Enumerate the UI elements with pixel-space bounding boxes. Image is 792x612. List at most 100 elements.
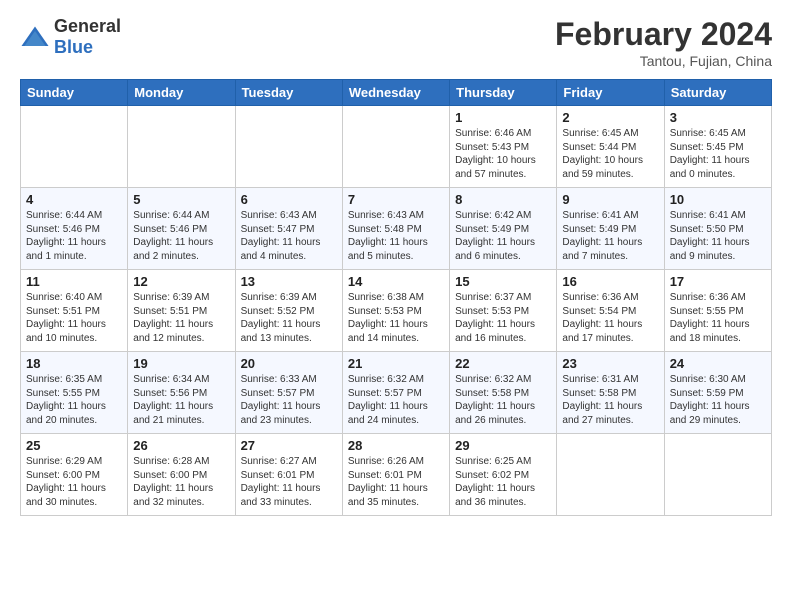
calendar-cell: 1 Sunrise: 6:46 AM Sunset: 5:43 PM Daylig… bbox=[450, 106, 557, 188]
day-info: Sunrise: 6:45 AM Sunset: 5:44 PM Dayligh… bbox=[562, 127, 658, 181]
calendar-week-row: 4Sunrise: 6:44 AM Sunset: 5:46 PM Daylig… bbox=[21, 188, 772, 270]
day-number: 11 bbox=[26, 274, 122, 289]
calendar-cell: 8 Sunrise: 6:42 AM Sunset: 5:49 PM Daylig… bbox=[450, 188, 557, 270]
day-number: 28 bbox=[348, 438, 444, 453]
calendar-cell: 20Sunrise: 6:33 AM Sunset: 5:57 PM Dayli… bbox=[235, 352, 342, 434]
calendar-cell: 7Sunrise: 6:43 AM Sunset: 5:48 PM Daylig… bbox=[342, 188, 449, 270]
calendar-cell: 18Sunrise: 6:35 AM Sunset: 5:55 PM Dayli… bbox=[21, 352, 128, 434]
weekday-header: Saturday bbox=[664, 80, 771, 106]
day-info: Sunrise: 6:36 AM Sunset: 5:55 PM Dayligh… bbox=[670, 291, 766, 345]
day-number: 5 bbox=[133, 192, 229, 207]
day-info: Sunrise: 6:39 AM Sunset: 5:51 PM Dayligh… bbox=[133, 291, 229, 345]
calendar-cell: 13 Sunrise: 6:39 AM Sunset: 5:52 PM Dayli… bbox=[235, 270, 342, 352]
calendar-cell bbox=[664, 434, 771, 516]
day-info: Sunrise: 6:36 AM Sunset: 5:54 PM Dayligh… bbox=[562, 291, 658, 345]
day-info: Sunrise: 6:39 AM Sunset: 5:52 PM Dayligh… bbox=[241, 291, 337, 345]
calendar-cell: 14 Sunrise: 6:38 AM Sunset: 5:53 PM Dayli… bbox=[342, 270, 449, 352]
day-number: 2 bbox=[562, 110, 658, 125]
calendar-cell: 29 Sunrise: 6:25 AM Sunset: 6:02 PM Dayli… bbox=[450, 434, 557, 516]
day-number: 10 bbox=[670, 192, 766, 207]
day-number: 15 bbox=[455, 274, 551, 289]
day-number: 24 bbox=[670, 356, 766, 371]
day-number: 21 bbox=[348, 356, 444, 371]
day-info: Sunrise: 6:43 AM Sunset: 5:47 PM Dayligh… bbox=[241, 209, 337, 263]
day-info: Sunrise: 6:26 AM Sunset: 6:01 PM Dayligh… bbox=[348, 455, 444, 509]
calendar-cell: 23 Sunrise: 6:31 AM Sunset: 5:58 PM Dayli… bbox=[557, 352, 664, 434]
calendar-cell: 6 Sunrise: 6:43 AM Sunset: 5:47 PM Daylig… bbox=[235, 188, 342, 270]
day-number: 12 bbox=[133, 274, 229, 289]
day-number: 18 bbox=[26, 356, 122, 371]
weekday-header: Sunday bbox=[21, 80, 128, 106]
calendar-cell: 26Sunrise: 6:28 AM Sunset: 6:00 PM Dayli… bbox=[128, 434, 235, 516]
day-info: Sunrise: 6:29 AM Sunset: 6:00 PM Dayligh… bbox=[26, 455, 122, 509]
calendar-week-row: 25 Sunrise: 6:29 AM Sunset: 6:00 PM Dayli… bbox=[21, 434, 772, 516]
day-info: Sunrise: 6:30 AM Sunset: 5:59 PM Dayligh… bbox=[670, 373, 766, 427]
day-info: Sunrise: 6:41 AM Sunset: 5:50 PM Dayligh… bbox=[670, 209, 766, 263]
day-info: Sunrise: 6:46 AM Sunset: 5:43 PM Dayligh… bbox=[455, 127, 551, 181]
day-number: 14 bbox=[348, 274, 444, 289]
calendar-week-row: 18Sunrise: 6:35 AM Sunset: 5:55 PM Dayli… bbox=[21, 352, 772, 434]
day-info: Sunrise: 6:34 AM Sunset: 5:56 PM Dayligh… bbox=[133, 373, 229, 427]
day-number: 13 bbox=[241, 274, 337, 289]
day-number: 25 bbox=[26, 438, 122, 453]
day-info: Sunrise: 6:27 AM Sunset: 6:01 PM Dayligh… bbox=[241, 455, 337, 509]
calendar-table: SundayMondayTuesdayWednesdayThursdayFrid… bbox=[20, 79, 772, 516]
day-info: Sunrise: 6:45 AM Sunset: 5:45 PM Dayligh… bbox=[670, 127, 766, 181]
calendar-cell: 28 Sunrise: 6:26 AM Sunset: 6:01 PM Dayli… bbox=[342, 434, 449, 516]
calendar-cell bbox=[235, 106, 342, 188]
title-block: February 2024 Tantou, Fujian, China bbox=[555, 16, 772, 69]
month-year: February 2024 bbox=[555, 16, 772, 53]
day-info: Sunrise: 6:38 AM Sunset: 5:53 PM Dayligh… bbox=[348, 291, 444, 345]
calendar-cell bbox=[128, 106, 235, 188]
day-number: 6 bbox=[241, 192, 337, 207]
calendar-header-row: SundayMondayTuesdayWednesdayThursdayFrid… bbox=[21, 80, 772, 106]
calendar-cell: 12 Sunrise: 6:39 AM Sunset: 5:51 PM Dayli… bbox=[128, 270, 235, 352]
calendar-cell: 17Sunrise: 6:36 AM Sunset: 5:55 PM Dayli… bbox=[664, 270, 771, 352]
day-number: 9 bbox=[562, 192, 658, 207]
calendar-cell: 22 Sunrise: 6:32 AM Sunset: 5:58 PM Dayli… bbox=[450, 352, 557, 434]
day-number: 27 bbox=[241, 438, 337, 453]
calendar-cell bbox=[21, 106, 128, 188]
header: General Blue February 2024 Tantou, Fujia… bbox=[20, 16, 772, 69]
day-info: Sunrise: 6:32 AM Sunset: 5:58 PM Dayligh… bbox=[455, 373, 551, 427]
weekday-header: Tuesday bbox=[235, 80, 342, 106]
page: General Blue February 2024 Tantou, Fujia… bbox=[0, 0, 792, 612]
calendar-cell: 16 Sunrise: 6:36 AM Sunset: 5:54 PM Dayli… bbox=[557, 270, 664, 352]
day-info: Sunrise: 6:40 AM Sunset: 5:51 PM Dayligh… bbox=[26, 291, 122, 345]
day-info: Sunrise: 6:33 AM Sunset: 5:57 PM Dayligh… bbox=[241, 373, 337, 427]
weekday-header: Friday bbox=[557, 80, 664, 106]
calendar-cell: 27 Sunrise: 6:27 AM Sunset: 6:01 PM Dayli… bbox=[235, 434, 342, 516]
day-number: 16 bbox=[562, 274, 658, 289]
logo: General Blue bbox=[20, 16, 121, 58]
calendar-week-row: 11 Sunrise: 6:40 AM Sunset: 5:51 PM Dayli… bbox=[21, 270, 772, 352]
day-info: Sunrise: 6:37 AM Sunset: 5:53 PM Dayligh… bbox=[455, 291, 551, 345]
day-info: Sunrise: 6:42 AM Sunset: 5:49 PM Dayligh… bbox=[455, 209, 551, 263]
weekday-header: Thursday bbox=[450, 80, 557, 106]
day-info: Sunrise: 6:25 AM Sunset: 6:02 PM Dayligh… bbox=[455, 455, 551, 509]
day-number: 1 bbox=[455, 110, 551, 125]
calendar-cell: 21 Sunrise: 6:32 AM Sunset: 5:57 PM Dayli… bbox=[342, 352, 449, 434]
day-info: Sunrise: 6:43 AM Sunset: 5:48 PM Dayligh… bbox=[348, 209, 444, 263]
day-info: Sunrise: 6:44 AM Sunset: 5:46 PM Dayligh… bbox=[133, 209, 229, 263]
calendar-cell bbox=[342, 106, 449, 188]
calendar-cell: 4Sunrise: 6:44 AM Sunset: 5:46 PM Daylig… bbox=[21, 188, 128, 270]
calendar-cell: 24 Sunrise: 6:30 AM Sunset: 5:59 PM Dayli… bbox=[664, 352, 771, 434]
calendar-week-row: 1 Sunrise: 6:46 AM Sunset: 5:43 PM Daylig… bbox=[21, 106, 772, 188]
day-info: Sunrise: 6:44 AM Sunset: 5:46 PM Dayligh… bbox=[26, 209, 122, 263]
day-number: 29 bbox=[455, 438, 551, 453]
day-number: 26 bbox=[133, 438, 229, 453]
day-number: 23 bbox=[562, 356, 658, 371]
calendar-cell bbox=[557, 434, 664, 516]
day-number: 8 bbox=[455, 192, 551, 207]
calendar-cell: 3Sunrise: 6:45 AM Sunset: 5:45 PM Daylig… bbox=[664, 106, 771, 188]
calendar-cell: 2 Sunrise: 6:45 AM Sunset: 5:44 PM Daylig… bbox=[557, 106, 664, 188]
day-info: Sunrise: 6:31 AM Sunset: 5:58 PM Dayligh… bbox=[562, 373, 658, 427]
day-info: Sunrise: 6:32 AM Sunset: 5:57 PM Dayligh… bbox=[348, 373, 444, 427]
calendar-cell: 5 Sunrise: 6:44 AM Sunset: 5:46 PM Daylig… bbox=[128, 188, 235, 270]
location: Tantou, Fujian, China bbox=[555, 53, 772, 69]
logo-icon bbox=[20, 25, 50, 49]
day-number: 22 bbox=[455, 356, 551, 371]
calendar-cell: 25 Sunrise: 6:29 AM Sunset: 6:00 PM Dayli… bbox=[21, 434, 128, 516]
calendar-cell: 9Sunrise: 6:41 AM Sunset: 5:49 PM Daylig… bbox=[557, 188, 664, 270]
logo-general: General bbox=[54, 16, 121, 36]
